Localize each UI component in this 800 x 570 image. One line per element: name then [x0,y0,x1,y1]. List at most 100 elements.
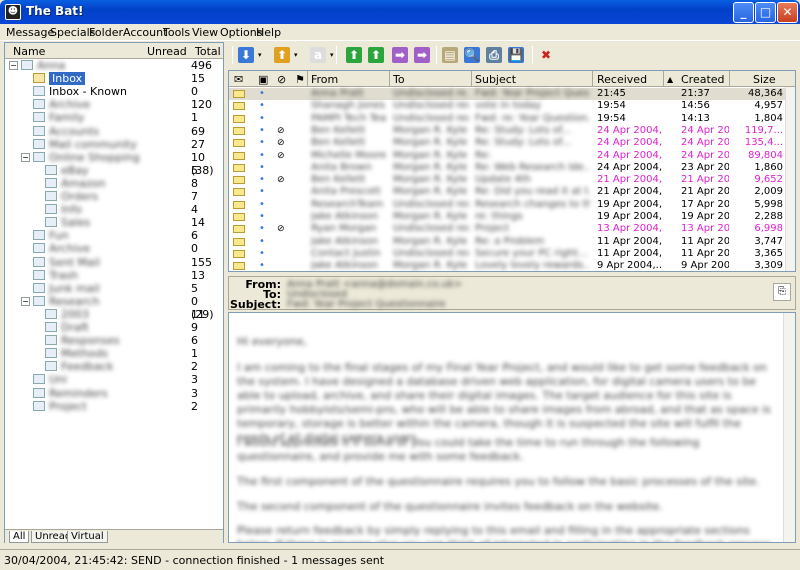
tab-virtual[interactable]: Virtual [67,531,108,543]
message-subject: Re: a Problem [475,235,545,247]
collapse-toggle-icon[interactable]: − [21,152,30,162]
message-row[interactable]: • Anna Pratt Undisclosed re... Fwd: Year Pr… [229,88,785,100]
folder-count: 15 [191,72,205,86]
message-row[interactable]: • Anita Prescott Morgan R. Kyle Re: Did you… [229,186,785,198]
folder-row[interactable]: Project 2 [5,400,223,413]
folder-icon [33,256,45,267]
message-row[interactable]: • ⊘ Ben Kellett Morgan R. Kyle Re: Study: Lo… [229,125,785,137]
message-to: Morgan R. Kyle [393,186,468,198]
close-button[interactable]: ✕ [777,2,798,23]
unread-column-header[interactable]: Unread [147,45,187,58]
message-size: 9,652 [754,174,783,186]
forward-button[interactable]: ➡ [390,45,410,65]
message-row[interactable]: • PAMPI Tech Team Undisclosed rec... Fwd: r… [229,113,785,125]
folder-row[interactable]: Uni 3 [5,373,223,386]
name-column-header[interactable]: Name [13,45,45,58]
folder-row[interactable]: 2003 11 [5,308,223,321]
folder-row[interactable]: Methods 1 [5,347,223,360]
folder-row[interactable]: Sales 14 [5,216,223,229]
folder-row[interactable]: Feedback 2 [5,360,223,373]
delete-button[interactable]: ✖ [536,45,556,65]
folder-row[interactable]: Mail community 27 [5,138,223,151]
message-row[interactable]: • ResearchTeam Undisclosed rec... Research … [229,199,785,211]
message-row[interactable]: • Jake Atkinson Morgan R. Kyle re: things 19… [229,211,785,223]
redirect-button[interactable]: ➡ [412,45,432,65]
reply-all-button[interactable]: ⬆ [366,45,386,65]
folder-row[interactable]: Trash 13 [5,269,223,282]
folder-row[interactable]: Inbox 15 [5,72,223,86]
folder-row[interactable]: − Research 0 (29) [5,295,223,321]
folder-row[interactable]: Accounts 69 [5,125,223,138]
folder-row[interactable]: Junk mail 5 [5,282,223,295]
folder-row[interactable]: Draft 9 [5,321,223,334]
message-row[interactable]: • ⊘ Ben Kellett Morgan R. Kyle Re: Study: Lo… [229,137,785,149]
from-column-header[interactable]: From [311,73,338,86]
bat-app-icon[interactable]: ☻ [5,4,21,20]
find-button[interactable]: 🔍 [462,45,482,65]
message-size: 119,7... [744,124,783,136]
priority-column-icon[interactable]: ▣ [258,73,268,86]
message-list-scrollbar[interactable] [785,87,795,271]
menu-help[interactable]: Help [256,26,281,39]
message-row[interactable]: • ⊘ Michelle Moores Morgan R. Kyle Re: 24 Apr… [229,150,785,162]
folder-count: 14 [191,216,205,230]
message-created: 24 Apr 2004,... [681,137,729,149]
collapse-toggle-icon[interactable]: − [21,296,30,306]
folder-row[interactable]: Info 4 [5,203,223,216]
subject-column-header[interactable]: Subject [475,73,516,86]
folder-row[interactable]: eBay 5 [5,164,223,177]
print-button[interactable]: ⎙ [484,45,504,65]
tab-all[interactable]: All [9,531,30,543]
dropdown-arrow-icon[interactable]: ▾ [258,51,262,59]
to-column-header[interactable]: To [393,73,405,86]
menu-view[interactable]: View [192,26,218,39]
folder-row[interactable]: Sent Mail 155 [5,256,223,269]
flag-column-icon[interactable]: ⚑ [295,73,305,86]
collapse-toggle-icon[interactable]: − [9,61,18,70]
dropdown-arrow-icon[interactable]: ▾ [330,51,334,59]
get-mail-button[interactable]: ⬇ [236,45,256,65]
redirect-icon: ➡ [414,47,430,63]
reply-button[interactable]: ⬆ [344,45,364,65]
folder-row[interactable]: Archive 120 [5,98,223,111]
menu-tools[interactable]: Tools [163,26,190,39]
save-button[interactable]: 💾 [506,45,526,65]
maximize-button[interactable]: □ [755,2,776,23]
folder-row[interactable]: Inbox - Known 0 [5,85,223,98]
total-column-header[interactable]: Total [195,45,221,58]
folder-row[interactable]: Archive 0 [5,242,223,255]
folder-row[interactable]: Fun 6 [5,229,223,242]
address-book-button[interactable]: ▤ [440,45,460,65]
folder-row[interactable]: − Online Shopping 10 (38) [5,151,223,177]
folder-row[interactable]: Responses 6 [5,334,223,347]
new-message-button[interactable]: a [308,45,328,65]
message-row[interactable]: • Shanagh Jones Undisclosed rec... vote in … [229,100,785,112]
minimize-button[interactable]: _ [733,2,754,23]
message-row[interactable]: • ⊘ Ryan Morgan Undisclosed rec... Project 13… [229,223,785,235]
send-mail-button[interactable]: ⬆ [272,45,292,65]
size-column-header[interactable]: Size [753,73,776,86]
toolbar-separator [232,46,233,64]
created-column-header[interactable]: Created [681,73,725,86]
folder-row[interactable]: Orders 7 [5,190,223,203]
message-row[interactable]: • Jake Atkinson Morgan R. Kyle Re: a Proble… [229,236,785,248]
menu-message[interactable]: Message [6,26,54,39]
message-body[interactable]: Hi everyone, I am coming to the final st… [228,312,796,543]
folder-row[interactable]: Reminders 3 [5,387,223,400]
dropdown-arrow-icon[interactable]: ▾ [294,51,298,59]
menu-account[interactable]: Account [123,26,167,39]
attachment-column-icon[interactable]: ⊘ [277,73,286,86]
folder-row[interactable]: − Anna 496 [5,59,223,72]
message-row[interactable]: • Jake Atkinson Morgan R. Kyle Lovely lovel… [229,260,785,271]
menu-folder[interactable]: Folder [89,26,123,39]
attachment-icon[interactable]: ⎘ [773,283,791,301]
message-body-scrollbar[interactable] [783,313,795,542]
folder-icon [45,204,57,215]
folder-row[interactable]: Amazon 8 [5,177,223,190]
message-row[interactable]: • Contact Justin Undisclosed rec... Secure … [229,248,785,260]
message-row[interactable]: • Anita Brown Morgan R. Kyle Re: Web Resear… [229,162,785,174]
folder-row[interactable]: Family 1 [5,111,223,124]
envelope-column-icon[interactable]: ✉ [234,73,243,86]
received-column-header[interactable]: Received [597,73,647,86]
message-row[interactable]: • ⊘ Ben Kellett Morgan R. Kyle Update 4th 21 … [229,174,785,186]
